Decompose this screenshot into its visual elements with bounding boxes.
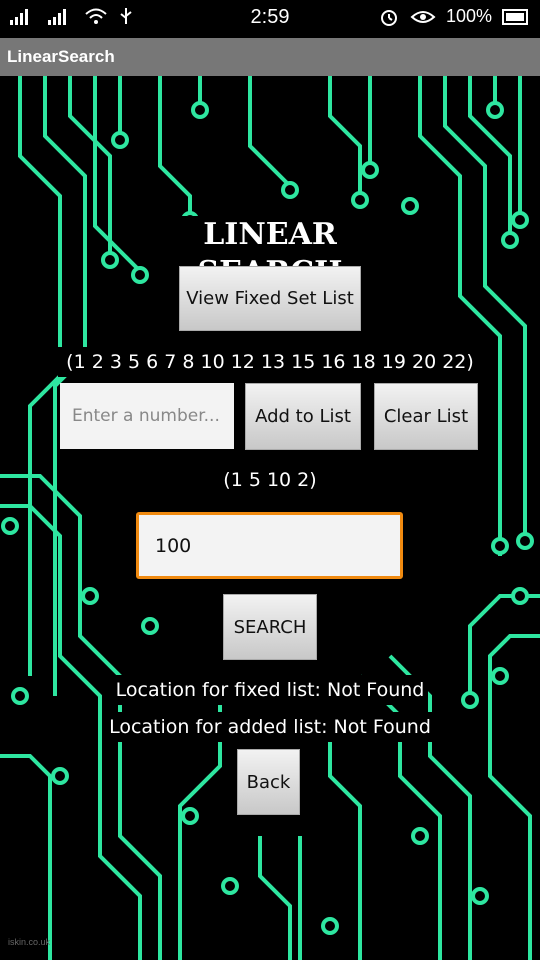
status-bar: 2:59 100%: [0, 0, 540, 38]
watermark: iskin.co.uk: [8, 937, 51, 947]
search-button[interactable]: SEARCH: [223, 594, 317, 660]
alarm-icon: [380, 9, 397, 26]
app-title-bar: LinearSearch: [0, 38, 540, 76]
fixed-list-text: (1 2 3 5 6 7 8 10 12 13 15 16 18 19 20 2…: [58, 347, 482, 377]
added-list-text: (1 5 10 2): [218, 465, 322, 495]
clear-list-button[interactable]: Clear List: [374, 383, 478, 450]
status-icons-right: 100%: [378, 6, 530, 27]
back-button[interactable]: Back: [237, 749, 300, 815]
view-fixed-set-list-button[interactable]: View Fixed Set List: [179, 266, 361, 331]
search-input[interactable]: [136, 512, 403, 579]
added-list-result: Location for added list: Not Found: [108, 712, 432, 742]
number-input[interactable]: [60, 383, 234, 449]
app-title: LinearSearch: [7, 47, 115, 66]
page-heading: LINEAR SEARCH: [132, 216, 408, 290]
add-to-list-button[interactable]: Add to List: [245, 383, 361, 450]
battery-percent: 100%: [445, 6, 492, 26]
fixed-list-result: Location for fixed list: Not Found: [112, 675, 428, 705]
eye-icon: [410, 10, 436, 23]
battery-icon: [502, 8, 528, 25]
